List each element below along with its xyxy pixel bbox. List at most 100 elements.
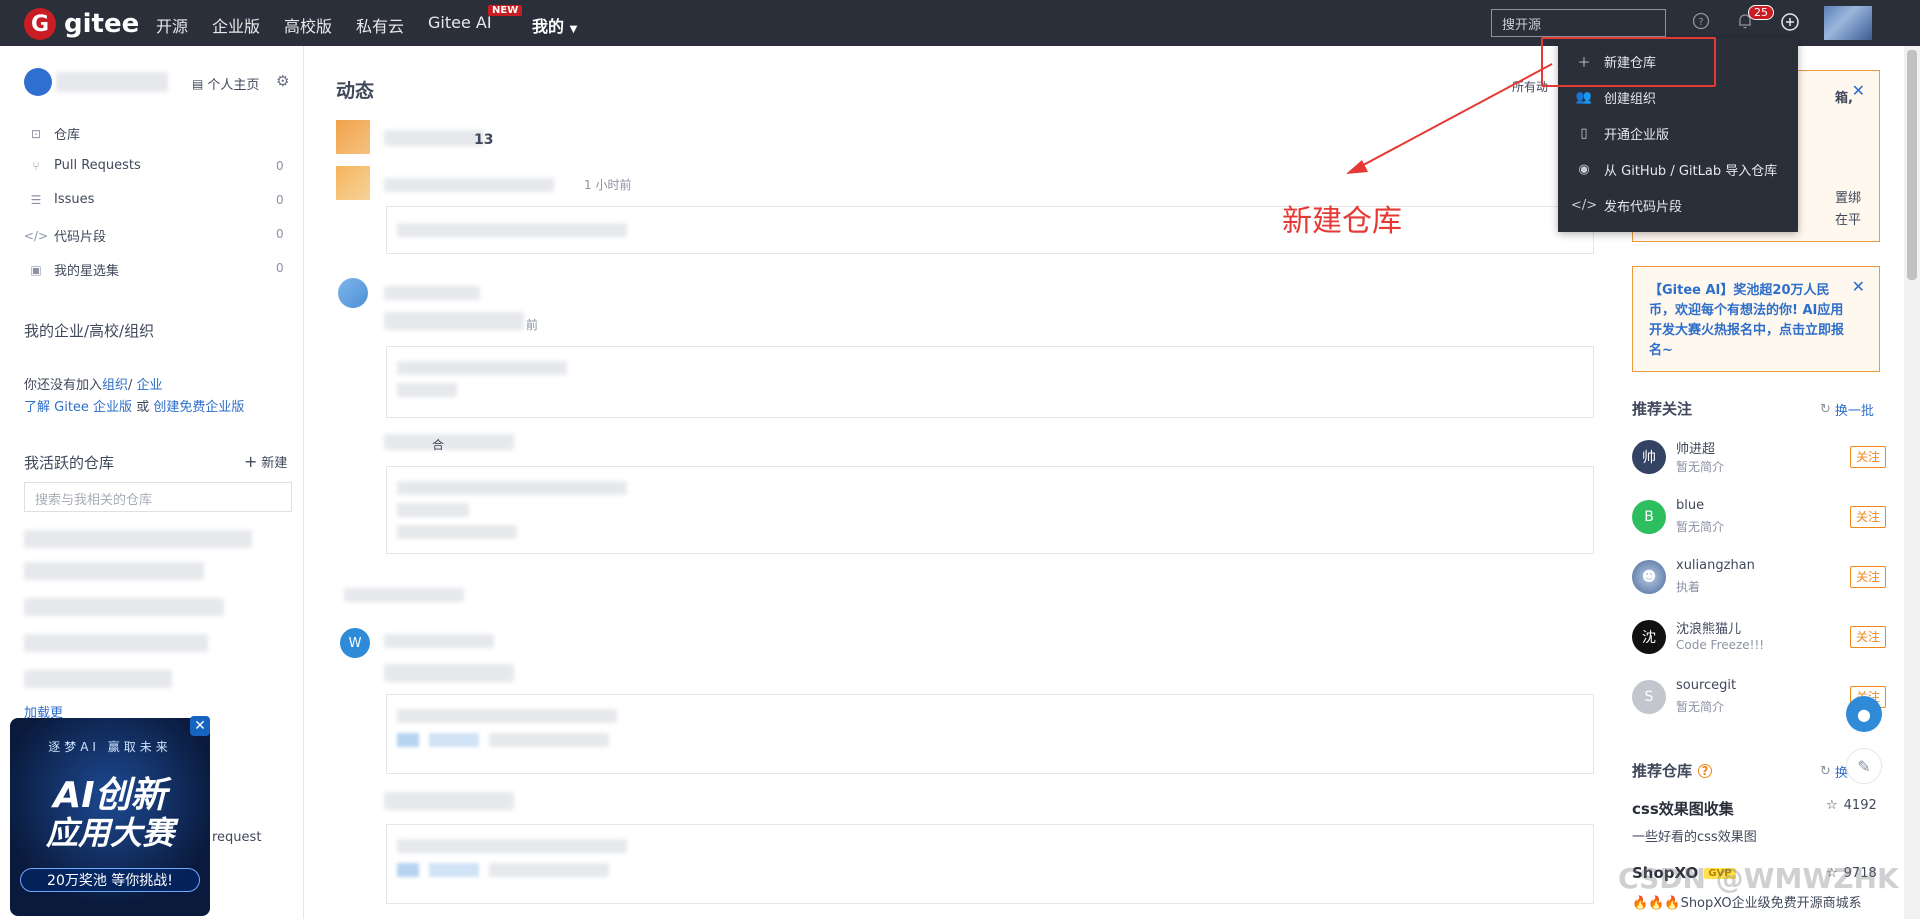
follow-button[interactable]: 关注: [1849, 446, 1886, 468]
issues-icon: ☰: [30, 192, 42, 207]
repo-desc-text: ShopXO企业级免费开源商城系: [1680, 896, 1862, 911]
help-icon[interactable]: ?: [1698, 763, 1713, 778]
list-item[interactable]: [24, 530, 252, 548]
avatar[interactable]: [338, 278, 368, 308]
nav-enterprise[interactable]: 企业版: [212, 13, 260, 37]
org-help-text: 了解 Gitee 企业版 或 创建免费企业版: [24, 396, 244, 415]
follow-button[interactable]: 关注: [1849, 626, 1886, 648]
close-icon[interactable]: ✕: [1852, 277, 1865, 297]
list-item[interactable]: [24, 562, 204, 580]
homepage-link[interactable]: ▤ 个人主页: [192, 74, 259, 94]
feed-box: [386, 824, 1594, 904]
github-icon: ◉: [1578, 162, 1590, 177]
code-icon: </>: [23, 228, 49, 243]
gitee-logo[interactable]: G gitee: [24, 8, 139, 40]
avatar[interactable]: [336, 120, 370, 154]
sidebar-item-label: 我的星选集: [54, 264, 120, 279]
scrollbar-thumb[interactable]: [1907, 50, 1917, 280]
follow-item: 沈 沈浪熊猫儿 Code Freeze!!! 关注: [1632, 618, 1886, 658]
avatar[interactable]: 沈: [1632, 620, 1666, 654]
new-repo-button[interactable]: + 新建: [244, 452, 287, 471]
sidebar-item-snippets[interactable]: </> 代码片段: [23, 226, 107, 246]
pull-requests-count: 0: [276, 159, 284, 173]
nav-university[interactable]: 高校版: [284, 13, 332, 37]
menu-item-create-org[interactable]: 👥 创建组织: [1576, 88, 1656, 107]
repos-section-title: 推荐仓库?: [1632, 760, 1713, 781]
gear-icon[interactable]: ⚙: [276, 72, 289, 90]
avatar[interactable]: S: [1632, 680, 1666, 714]
chevron-down-icon: ▼: [569, 24, 578, 35]
sidebar-item-star-collection[interactable]: ▣ 我的星选集: [28, 260, 120, 280]
avatar-image-icon: ☻: [1641, 569, 1657, 585]
nav-private-cloud[interactable]: 私有云: [356, 13, 404, 37]
feed-user-blurred: [344, 588, 464, 602]
menu-item-label: 开通企业版: [1604, 128, 1670, 143]
star-count: 4192: [1843, 798, 1877, 813]
sidebar-item-label: 代码片段: [54, 230, 107, 245]
collection-icon: ▣: [30, 262, 42, 277]
refresh-repos-button[interactable]: ↻ 换: [1820, 762, 1848, 781]
follow-name[interactable]: 沈浪熊猫儿: [1676, 618, 1741, 637]
org-empty-text: 你还没有加入组织/ 企业: [24, 378, 163, 393]
learn-enterprise-link[interactable]: 了解 Gitee 企业版: [24, 400, 132, 415]
plus-circle-icon[interactable]: [1780, 12, 1800, 36]
refresh-follow-button[interactable]: ↻ 换一批: [1820, 400, 1874, 419]
ai-contest-ad[interactable]: 逐梦AI 赢取未来 AI创新 应用大赛 20万奖池 等你挑战!: [10, 718, 210, 916]
users-icon: 👥: [1575, 90, 1593, 105]
feed-fragment: 合: [432, 438, 445, 452]
avatar[interactable]: B: [1632, 500, 1666, 534]
nav-gitee-ai[interactable]: Gitee AI: [428, 13, 492, 32]
feed-text-blurred: [384, 312, 524, 330]
help-icon[interactable]: ?: [1692, 12, 1710, 34]
menu-item-snippet[interactable]: </> 发布代码片段: [1571, 196, 1682, 215]
menu-item-import[interactable]: ◉ 从 GitHub / GitLab 导入仓库: [1576, 160, 1777, 179]
menu-item-enterprise[interactable]: ▯ 开通企业版: [1576, 124, 1669, 143]
search-input[interactable]: 搜开源: [1491, 9, 1666, 37]
avatar[interactable]: 帅: [1632, 440, 1666, 474]
follow-item: S sourcegit 暂无简介 关注: [1632, 678, 1886, 718]
list-item[interactable]: [24, 670, 172, 688]
follow-name[interactable]: 帅进超: [1676, 438, 1715, 457]
repo-search-input[interactable]: 搜索与我相关的仓库: [24, 482, 292, 512]
repos-title-label: 推荐仓库: [1632, 762, 1693, 780]
scrollbar[interactable]: [1904, 46, 1920, 919]
follow-name[interactable]: xuliangzhan: [1676, 558, 1755, 573]
close-icon[interactable]: ✕: [1852, 81, 1865, 101]
avatar[interactable]: ☻: [1632, 560, 1666, 594]
create-enterprise-link[interactable]: 创建免费企业版: [153, 400, 244, 415]
menu-item-label: 创建组织: [1604, 92, 1657, 107]
ad-line-3: 应用大赛: [45, 814, 174, 852]
search-placeholder: 搜开源: [1502, 17, 1542, 33]
list-item[interactable]: [24, 634, 208, 652]
refresh-label: 换一批: [1834, 404, 1874, 419]
list-item[interactable]: [24, 598, 224, 616]
join-enterprise-link[interactable]: 企业: [137, 378, 163, 393]
repo-name[interactable]: css效果图收集: [1632, 798, 1734, 819]
chat-icon: ●: [1857, 704, 1871, 724]
follow-item: B blue 暂无简介 关注: [1632, 498, 1886, 538]
feed-fragment: 13: [474, 132, 494, 148]
sidebar-item-repos[interactable]: ⊡ 仓库: [28, 124, 80, 144]
floating-chat-button[interactable]: ●: [1846, 696, 1882, 732]
follow-item: 帅 帅进超 暂无简介 关注: [1632, 438, 1886, 478]
ad-close-button[interactable]: ✕: [190, 716, 210, 736]
sidebar-item-issues[interactable]: ☰ Issues: [28, 192, 95, 207]
avatar[interactable]: W: [340, 628, 370, 658]
follow-button[interactable]: 关注: [1849, 566, 1886, 588]
follow-name[interactable]: sourcegit: [1676, 678, 1736, 693]
notice-card-2[interactable]: ✕ 【Gitee AI】奖池超20万人民币，欢迎每个有想法的你! AI应用开发大…: [1632, 266, 1880, 372]
notice-text: 【Gitee AI】奖池超20万人民币，欢迎每个有想法的你! AI应用开发大赛火…: [1649, 283, 1845, 358]
avatar[interactable]: [24, 68, 52, 96]
floating-feedback-button[interactable]: ✎: [1846, 748, 1882, 784]
sidebar-item-pull-requests[interactable]: ⑂ Pull Requests: [28, 158, 141, 173]
nav-mine[interactable]: 我的 ▼: [532, 13, 577, 37]
follow-name[interactable]: blue: [1676, 498, 1704, 513]
user-avatar[interactable]: [1824, 6, 1872, 40]
sidebar-item-label: Pull Requests: [54, 158, 141, 173]
nav-open-source[interactable]: 开源: [156, 13, 188, 37]
repo-search-placeholder: 搜索与我相关的仓库: [35, 493, 153, 508]
join-org-link[interactable]: 组织: [102, 378, 128, 393]
follow-button[interactable]: 关注: [1849, 506, 1886, 528]
new-badge: NEW: [488, 5, 523, 16]
sidebar-item-label: Issues: [54, 192, 95, 207]
